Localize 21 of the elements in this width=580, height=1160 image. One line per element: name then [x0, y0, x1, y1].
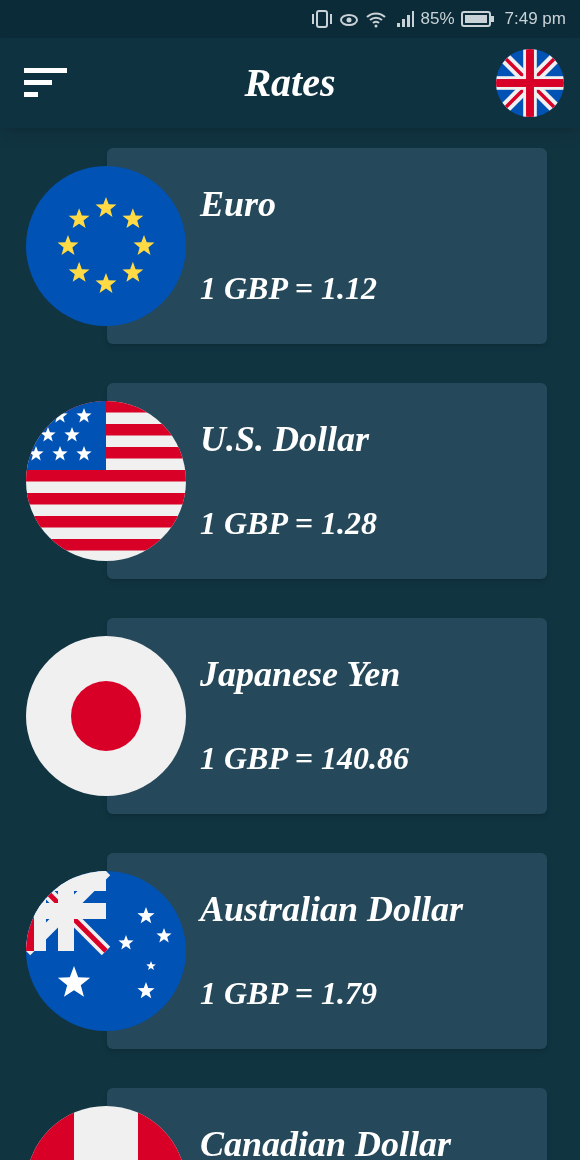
currency-name: Euro: [200, 183, 277, 226]
battery-percentage: 85%: [420, 8, 455, 31]
currency-list-item[interactable]: [26, 148, 547, 344]
exchange-rate: 1 GBP = 1.79: [200, 974, 378, 1013]
vibrate-icon: [310, 10, 333, 28]
currency-list-item[interactable]: [26, 853, 547, 1049]
exchange-rate: 1 GBP = 1.28: [200, 504, 378, 543]
menu-icon[interactable]: [24, 68, 68, 98]
exchange-rate: 1 GBP = 140.86: [200, 739, 410, 778]
battery-icon: [460, 10, 495, 28]
wifi-icon: [364, 10, 387, 28]
currency-name: Australian Dollar: [200, 888, 464, 931]
eye-icon: [338, 11, 359, 27]
clock-time: 7:49 pm: [504, 8, 566, 31]
page-title: Rates: [244, 59, 336, 107]
exchange-rate: 1 GBP = 1.12: [200, 269, 378, 308]
currency-name: Japanese Yen: [200, 653, 401, 696]
currency-name: U.S. Dollar: [200, 418, 370, 461]
currency-list-item[interactable]: [26, 618, 547, 814]
currency-name: Canadian Dollar: [200, 1123, 452, 1160]
currency-list-item[interactable]: [26, 383, 547, 579]
